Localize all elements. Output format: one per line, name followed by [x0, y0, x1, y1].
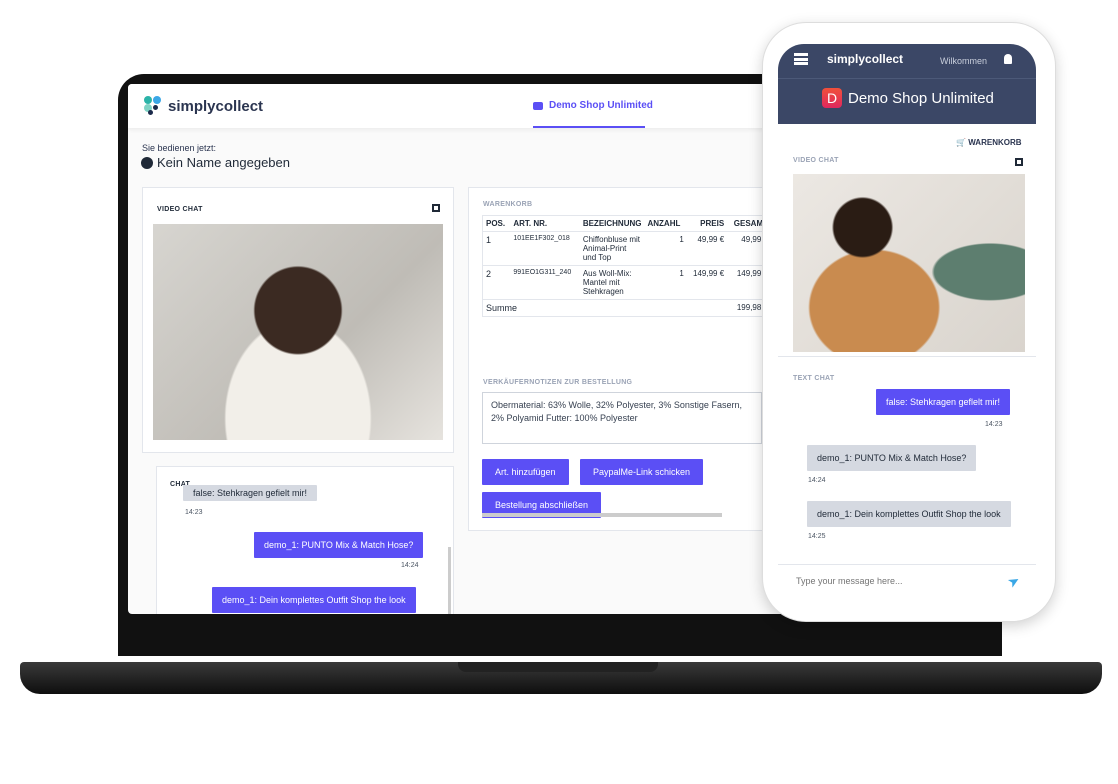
- video-feed: [793, 174, 1025, 352]
- chat-message: demo_1: PUNTO Mix & Match Hose?: [254, 532, 424, 558]
- table-row: 1 101EE1F302_018 Chiffonbluse mit Animal…: [482, 231, 772, 266]
- phone-brand: simplycollect: [827, 52, 904, 66]
- video-chat-card: VIDEO CHAT: [142, 187, 454, 453]
- customer-name: Kein Name angegeben: [157, 155, 290, 170]
- shop-logo-icon: D: [822, 88, 842, 108]
- store-icon: [533, 101, 543, 110]
- add-article-button[interactable]: Art. hinzufügen: [482, 459, 569, 485]
- cart-table: POS. ART. NR. BEZEICHNUNG ANZAHL PREIS G…: [482, 215, 772, 317]
- send-icon[interactable]: ➤: [1005, 571, 1024, 592]
- table-row: 2 991EO1G311_240 Aus Woll-Mix: Mantel mi…: [482, 265, 772, 300]
- cell-pos: 1: [482, 231, 511, 266]
- video-chat-label: VIDEO CHAT: [157, 206, 203, 213]
- fullscreen-icon[interactable]: [1015, 158, 1023, 166]
- divider: [778, 356, 1036, 357]
- tab-label: Demo Shop Unlimited: [549, 100, 653, 111]
- cart-label: WARENKORB: [968, 138, 1022, 147]
- message-input[interactable]: [796, 572, 996, 590]
- col-name: BEZEICHNUNG: [579, 215, 645, 232]
- chat-message: demo_1: Dein komplettes Outfit Shop the …: [807, 501, 1011, 527]
- shop-name: Demo Shop Unlimited: [848, 89, 994, 107]
- message-time: 14:23: [985, 421, 1003, 428]
- divider: [778, 564, 1036, 565]
- sum-label: Summe: [482, 299, 728, 317]
- cell-price: 149,99 €: [686, 265, 728, 300]
- fullscreen-icon[interactable]: [432, 204, 440, 212]
- video-chat-label: VIDEO CHAT: [793, 157, 839, 164]
- chat-message: false: Stehkragen geflelt mir!: [876, 389, 1011, 415]
- col-price: PREIS: [686, 215, 728, 232]
- message-time: 14:23: [185, 509, 203, 516]
- message-time: 14:24: [401, 562, 419, 569]
- message-time: 14:25: [808, 533, 826, 540]
- logo[interactable]: simplycollect: [144, 96, 263, 116]
- notes-textarea[interactable]: Obermaterial: 63% Wolle, 32% Polyester, …: [482, 392, 762, 444]
- user-circle-icon: [141, 156, 153, 169]
- logo-icon: [144, 96, 162, 116]
- serving-label: Sie bedienen jetzt:: [142, 143, 217, 153]
- cell-name: Chiffonbluse mit Animal-Print und Top: [579, 231, 645, 266]
- table-header: POS. ART. NR. BEZEICHNUNG ANZAHL PREIS G…: [482, 215, 772, 232]
- header-divider: [778, 78, 1036, 79]
- chat-scrollbar[interactable]: [448, 547, 451, 614]
- cell-art: 101EE1F302_018: [510, 231, 580, 266]
- cell-qty: 1: [644, 231, 687, 266]
- video-feed: [153, 224, 443, 440]
- tab-indicator: [533, 126, 645, 128]
- cell-pos: 2: [482, 265, 511, 300]
- cell-art: 991EO1G311_240: [510, 265, 580, 300]
- col-art: ART. NR.: [510, 215, 580, 232]
- notes-label: VERKÄUFERNOTIZEN ZUR BESTELLUNG: [483, 379, 633, 386]
- laptop-notch: [458, 662, 658, 672]
- text-chat-label: TEXT CHAT: [793, 375, 835, 382]
- sum-row: Summe 199,98 €: [482, 299, 772, 317]
- chat-message: demo_1: PUNTO Mix & Match Hose?: [807, 445, 977, 471]
- cart-link[interactable]: 🛒 WARENKORB: [956, 138, 1022, 147]
- chat-card: CHAT false: Stehkragen gefielt mir! 14:2…: [156, 466, 454, 614]
- cell-qty: 1: [644, 265, 687, 300]
- brand-name: simplycollect: [168, 97, 264, 115]
- chat-message: false: Stehkragen gefielt mir!: [183, 485, 318, 501]
- cart-label: WARENKORB: [483, 201, 533, 208]
- col-pos: POS.: [482, 215, 511, 232]
- user-icon[interactable]: [1004, 54, 1012, 64]
- col-qty: ANZAHL: [644, 215, 687, 232]
- cell-name: Aus Woll-Mix: Mantel mit Stehkragen: [579, 265, 645, 300]
- message-time: 14:24: [808, 477, 826, 484]
- paypal-link-button[interactable]: PaypalMe-Link schicken: [580, 459, 704, 485]
- horizontal-scrollbar[interactable]: [482, 513, 722, 517]
- cell-price: 49,99 €: [686, 231, 728, 266]
- welcome-text: Wilkommen: [940, 56, 988, 66]
- hamburger-menu-icon[interactable]: [794, 53, 808, 65]
- phone-screen: simplycollect Wilkommen D Demo Shop Unli…: [778, 44, 1036, 599]
- phone-header: [778, 44, 1036, 124]
- chat-message: demo_1: Dein komplettes Outfit Shop the …: [212, 587, 416, 613]
- tab-demo-shop[interactable]: Demo Shop Unlimited: [533, 100, 653, 111]
